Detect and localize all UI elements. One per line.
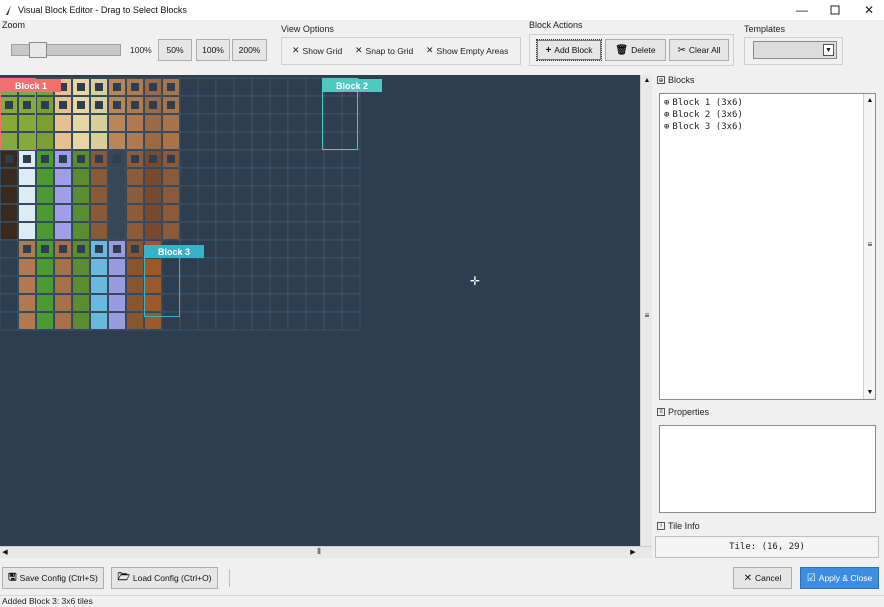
list-item[interactable]: ⊕ Block 1 (3x6): [664, 97, 875, 109]
clear-all-button[interactable]: ✂ Clear All: [669, 39, 729, 61]
minimize-icon[interactable]: —: [785, 0, 819, 20]
maximize-icon[interactable]: [818, 0, 852, 20]
plus-icon: +: [545, 44, 552, 56]
scissors-icon: ✂: [677, 44, 686, 56]
tile-canvas[interactable]: Block 1 Block 2 Block 3 ✛: [0, 75, 640, 546]
blocks-icon: ⊕: [657, 76, 665, 84]
blocks-panel-header: ⊕ Blocks: [657, 75, 695, 85]
app-feather-icon: [3, 4, 15, 16]
info-icon: i: [657, 522, 665, 530]
show-grid-checkbox[interactable]: ✕ Show Grid: [292, 45, 342, 56]
zoom-value: 100%: [130, 45, 152, 55]
block-icon: ⊕: [664, 98, 670, 108]
crosshair-cursor-icon: ✛: [470, 274, 481, 288]
save-icon: 🖫: [8, 571, 17, 583]
block-actions-label: Block Actions: [529, 20, 583, 30]
block-icon: ⊕: [664, 122, 670, 132]
snap-to-grid-checkbox[interactable]: ✕ Snap to Grid: [355, 45, 413, 56]
status-bar: Added Block 3: 3x6 tiles: [0, 595, 884, 607]
close-icon: ✕: [743, 572, 752, 584]
tile-info-header: i Tile Info: [657, 521, 700, 531]
scroll-up-icon[interactable]: ▲: [865, 95, 875, 105]
canvas-vertical-scrollbar[interactable]: ▲ ≡ ▼: [640, 75, 652, 556]
add-block-button[interactable]: + Add Block: [536, 39, 602, 61]
zoom-200-button[interactable]: 200%: [232, 39, 267, 61]
view-options-label: View Options: [281, 24, 334, 34]
properties-box: [659, 425, 876, 513]
zoom-100-button[interactable]: 100%: [196, 39, 230, 61]
cancel-button[interactable]: ✕ Cancel: [733, 567, 792, 589]
show-empty-areas-checkbox[interactable]: ✕ Show Empty Areas: [426, 45, 508, 56]
check-icon: ☑: [806, 572, 816, 584]
trash-icon: 🗑: [615, 44, 629, 56]
zoom-label: Zoom: [2, 20, 26, 30]
delete-button[interactable]: 🗑 Delete: [605, 39, 666, 61]
folder-icon: 🗁: [117, 571, 130, 583]
zoom-50-button[interactable]: 50%: [158, 39, 192, 61]
scroll-right-icon[interactable]: ▶: [628, 547, 638, 557]
canvas-horizontal-scrollbar[interactable]: ◀ ⦀ ▶: [0, 546, 652, 558]
templates-select[interactable]: ▼: [753, 41, 837, 59]
scroll-grip-icon[interactable]: ≡: [642, 310, 652, 320]
properties-icon: ≡: [657, 408, 665, 416]
block-3-label: Block 3: [144, 245, 204, 258]
scroll-left-icon[interactable]: ◀: [0, 547, 10, 557]
save-config-button[interactable]: 🖫 Save Config (Ctrl+S): [2, 567, 104, 589]
check-icon: ✕: [426, 45, 434, 55]
templates-label: Templates: [744, 24, 786, 34]
zoom-slider-thumb[interactable]: [29, 42, 47, 58]
load-config-button[interactable]: 🗁 Load Config (Ctrl+O): [111, 567, 218, 589]
tileset-image: [0, 77, 361, 331]
scroll-up-icon[interactable]: ▲: [642, 75, 652, 85]
blocks-list[interactable]: ⊕ Block 1 (3x6) ⊕ Block 2 (3x6) ⊕ Block 3 (…: [659, 93, 876, 400]
divider: [229, 569, 230, 587]
tile-info-value: Tile: (16, 29): [655, 536, 879, 558]
block-icon: ⊕: [664, 110, 670, 120]
blocks-list-scrollbar[interactable]: ▲ ≡ ▼: [863, 94, 875, 399]
properties-panel-header: ≡ Properties: [657, 407, 709, 417]
zoom-slider-track[interactable]: [11, 44, 121, 56]
chevron-down-icon: ▼: [823, 44, 834, 56]
check-icon: ✕: [292, 45, 300, 55]
check-icon: ✕: [355, 45, 363, 55]
scroll-down-icon[interactable]: ▼: [865, 387, 875, 397]
window-title: Visual Block Editor - Drag to Select Blo…: [18, 5, 187, 15]
title-bar: Visual Block Editor - Drag to Select Blo…: [0, 0, 884, 20]
bottom-bar: 🖫 Save Config (Ctrl+S) 🗁 Load Config (Ctrl…: [0, 564, 884, 594]
apply-close-button[interactable]: ☑ Apply & Close: [800, 567, 879, 589]
list-item[interactable]: ⊕ Block 2 (3x6): [664, 109, 875, 121]
close-window-icon[interactable]: ✕: [852, 0, 884, 20]
scroll-grip-icon[interactable]: ≡: [865, 239, 875, 249]
list-item[interactable]: ⊕ Block 3 (3x6): [664, 121, 875, 133]
scroll-grip-icon[interactable]: ⦀: [314, 547, 324, 557]
block-2-label: Block 2: [322, 79, 382, 92]
block-1-label: Block 1: [1, 79, 61, 92]
